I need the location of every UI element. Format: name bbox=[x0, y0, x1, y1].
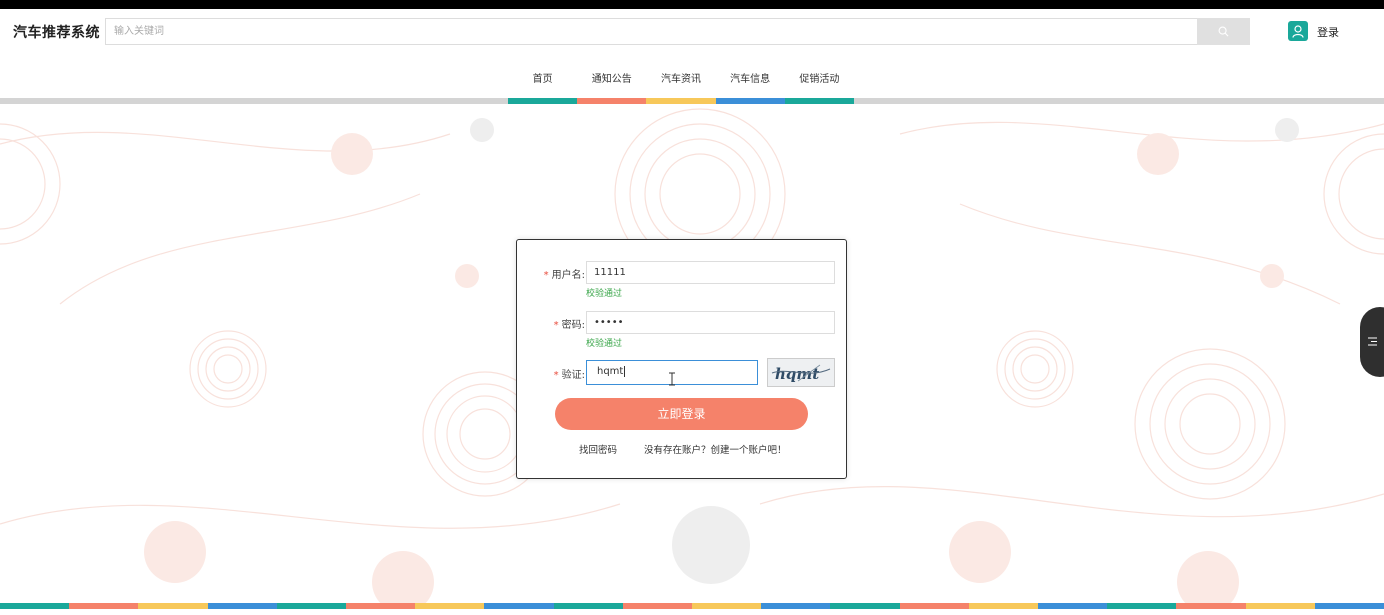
forgot-password-link[interactable]: 找回密码 bbox=[579, 442, 617, 456]
register-link[interactable]: 没有存在账户？创建一个账户吧！ bbox=[644, 442, 787, 456]
nav-item-notices[interactable]: 通知公告 bbox=[577, 58, 647, 104]
text-cursor-icon bbox=[669, 372, 675, 386]
main-nav: 首页 通知公告 汽车资讯 汽车信息 促销活动 bbox=[508, 58, 854, 104]
search-icon bbox=[1218, 26, 1229, 37]
window-top-bar bbox=[0, 0, 1384, 9]
search-input[interactable] bbox=[105, 18, 1197, 45]
nav-item-label: 促销活动 bbox=[799, 74, 840, 85]
site-title: 汽车推荐系统 bbox=[13, 25, 100, 41]
nav-item-label: 通知公告 bbox=[591, 74, 632, 85]
user-icon[interactable] bbox=[1288, 21, 1308, 41]
password-validation: 校验通过 bbox=[586, 339, 623, 349]
captcha-image[interactable]: hqmt bbox=[767, 358, 835, 387]
side-menu-toggle[interactable] bbox=[1360, 307, 1384, 377]
login-link[interactable]: 登录 bbox=[1317, 24, 1339, 40]
password-input[interactable]: ••••• bbox=[586, 311, 835, 334]
search-button[interactable] bbox=[1197, 18, 1250, 45]
nav-item-label: 汽车资讯 bbox=[660, 74, 701, 85]
username-validation: 校验通过 bbox=[586, 289, 623, 299]
nav-item-promotions[interactable]: 促销活动 bbox=[784, 58, 854, 104]
nav-item-car-news[interactable]: 汽车资讯 bbox=[646, 58, 716, 104]
captcha-image-text: hqmt bbox=[775, 365, 819, 383]
login-card: * 用户名: 11111 校验通过 * 密码: ••••• 校验通过 * 验证: hq… bbox=[516, 239, 847, 479]
username-input[interactable]: 11111 bbox=[586, 261, 835, 284]
menu-list-icon bbox=[1368, 337, 1377, 346]
nav-item-home[interactable]: 首页 bbox=[508, 58, 578, 104]
nav-item-label: 汽车信息 bbox=[730, 74, 771, 85]
nav-item-car-info[interactable]: 汽车信息 bbox=[715, 58, 785, 104]
password-label: * 密码: bbox=[553, 320, 585, 331]
login-submit-button[interactable]: 立即登录 bbox=[555, 398, 808, 430]
username-label: * 用户名: bbox=[543, 270, 585, 281]
nav-item-label: 首页 bbox=[532, 74, 553, 85]
captcha-label: * 验证: bbox=[553, 370, 585, 381]
header: 汽车推荐系统 登录 bbox=[0, 9, 1384, 55]
bottom-color-strip bbox=[0, 603, 1384, 609]
